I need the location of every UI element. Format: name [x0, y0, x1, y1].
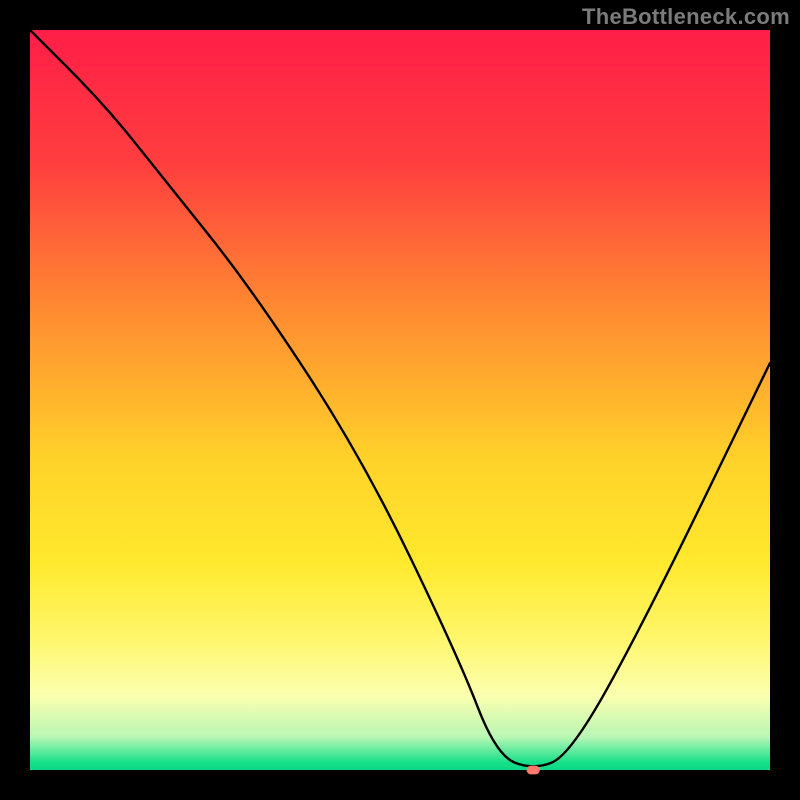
watermark-label: TheBottleneck.com: [582, 4, 790, 30]
bottleneck-chart: [0, 0, 800, 800]
plot-area: [30, 30, 770, 770]
optimal-marker: [527, 766, 540, 775]
chart-container: TheBottleneck.com: [0, 0, 800, 800]
